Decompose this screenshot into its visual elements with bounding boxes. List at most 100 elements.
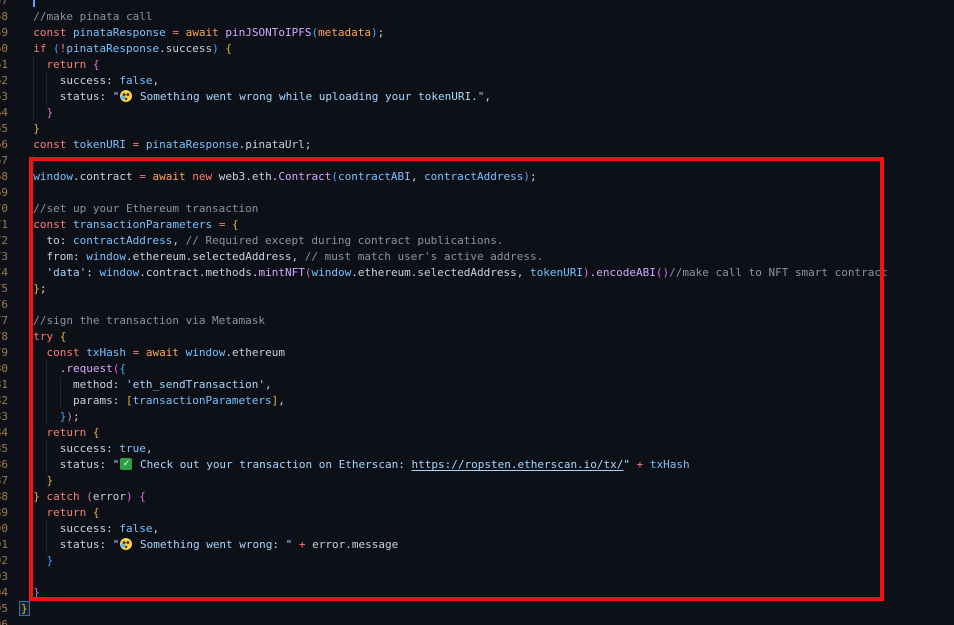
code-line[interactable]: 57	[0, 0, 954, 9]
line-number: 57	[0, 0, 8, 9]
code-token: metadata	[318, 26, 371, 39]
code-line[interactable]: 78 try {	[0, 329, 954, 345]
code-line[interactable]: 94 }	[0, 585, 954, 601]
etherscan-link-text: https://ropsten.etherscan.io/tx/	[412, 458, 624, 471]
line-number: 72	[0, 233, 8, 249]
code-line[interactable]: 65 }	[0, 121, 954, 137]
code-token	[86, 506, 93, 519]
code-token	[20, 282, 33, 295]
code-comment: // must match user's active address.	[305, 250, 543, 263]
code-line[interactable]: 71 const transactionParameters = {	[0, 217, 954, 233]
code-line[interactable]: 90 success: false,	[0, 521, 954, 537]
code-token: ,	[146, 442, 153, 455]
line-number: 75	[0, 281, 8, 297]
text-cursor	[33, 0, 35, 7]
indent-guide	[46, 441, 47, 457]
code-token: await	[152, 170, 185, 183]
line-number: 78	[0, 329, 8, 345]
code-token: .success	[159, 42, 212, 55]
code-line[interactable]: 89 return {	[0, 505, 954, 521]
code-editor[interactable]: 5758 //make pinata call59 const pinataRe…	[0, 0, 954, 625]
code-line[interactable]: 60 if (!pinataResponse.success) {	[0, 41, 954, 57]
code-line[interactable]: 64 }	[0, 105, 954, 121]
line-number: 91	[0, 537, 8, 553]
line-number: 80	[0, 361, 8, 377]
code-line[interactable]: 80 .request({	[0, 361, 954, 377]
indent-guide	[33, 393, 34, 409]
line-number: 70	[0, 201, 8, 217]
code-line[interactable]: 70 //set up your Ethereum transaction	[0, 201, 954, 217]
code-token: error	[93, 490, 126, 503]
code-line[interactable]: 69	[0, 185, 954, 201]
code-line[interactable]: 68 window.contract = await new web3.eth.…	[0, 169, 954, 185]
code-line[interactable]: 82 params: [transactionParameters],	[0, 393, 954, 409]
code-line[interactable]: 86 status: " Check out your transaction …	[0, 457, 954, 473]
indent-guide	[60, 377, 61, 393]
code-line[interactable]: 84 return {	[0, 425, 954, 441]
code-line[interactable]: 74 'data': window.contract.methods.mintN…	[0, 265, 954, 281]
code-token: )	[126, 490, 133, 503]
code-token: error.message	[306, 538, 399, 551]
code-token	[20, 26, 33, 39]
line-number: 79	[0, 345, 8, 361]
code-token: (	[331, 170, 338, 183]
code-token: const	[33, 26, 66, 39]
code-line[interactable]: 91 status: " Something went wrong: " + e…	[0, 537, 954, 553]
code-token: const	[33, 138, 66, 151]
indent-guide	[33, 425, 34, 441]
code-line[interactable]: 83 });	[0, 409, 954, 425]
code-line[interactable]: 72 to: contractAddress, // Required exce…	[0, 233, 954, 249]
code-token	[643, 458, 650, 471]
code-token	[20, 330, 33, 343]
code-token: const	[33, 218, 66, 231]
code-token: to:	[20, 234, 73, 247]
code-token: ;	[73, 410, 80, 423]
code-line[interactable]: 81 method: 'eth_sendTransaction',	[0, 377, 954, 393]
code-line[interactable]: 87 }	[0, 473, 954, 489]
code-line[interactable]: 79 const txHash = await window.ethereum	[0, 345, 954, 361]
code-line[interactable]: 66 const tokenURI = pinataResponse.pinat…	[0, 137, 954, 153]
code-line[interactable]: 63 status: " Something went wrong while …	[0, 89, 954, 105]
line-number: 67	[0, 153, 8, 169]
code-token	[86, 426, 93, 439]
code-token: {	[93, 58, 100, 71]
code-line[interactable]: 59 const pinataResponse = await pinJSONT…	[0, 25, 954, 41]
line-number: 96	[0, 617, 8, 625]
code-line[interactable]: 61 return {	[0, 57, 954, 73]
code-token: "	[113, 458, 120, 471]
code-token: ;	[40, 282, 47, 295]
code-token: new	[192, 170, 212, 183]
code-token	[139, 138, 146, 151]
code-token	[20, 10, 33, 23]
code-line[interactable]: 62 success: false,	[0, 73, 954, 89]
indent-guide	[46, 457, 47, 473]
code-comment: //make pinata call	[33, 10, 152, 23]
code-line[interactable]: 93	[0, 569, 954, 585]
code-line[interactable]: 85 success: true,	[0, 441, 954, 457]
code-line[interactable]: 92 }	[0, 553, 954, 569]
code-token: window	[33, 170, 73, 183]
code-token: Check out your transaction on Etherscan:	[133, 458, 411, 471]
code-line[interactable]: 58 //make pinata call	[0, 9, 954, 25]
code-token: .ethereum.selectedAddress,	[351, 266, 530, 279]
indent-guide	[33, 553, 34, 569]
code-token: )	[66, 410, 73, 423]
line-number: 88	[0, 489, 8, 505]
line-number: 89	[0, 505, 8, 521]
code-token: txHash	[86, 346, 126, 359]
code-token	[20, 202, 33, 215]
code-line[interactable]: 96	[0, 617, 954, 625]
code-line[interactable]: 77 //sign the transaction via Metamask	[0, 313, 954, 329]
code-token: }	[47, 106, 54, 119]
line-number: 65	[0, 121, 8, 137]
code-token: mintNFT	[258, 266, 304, 279]
code-line[interactable]: 67	[0, 153, 954, 169]
indent-guide	[33, 377, 34, 393]
code-line[interactable]: 73 from: window.ethereum.selectedAddress…	[0, 249, 954, 265]
code-line[interactable]: 76	[0, 297, 954, 313]
code-line[interactable]: 88 } catch (error) {	[0, 489, 954, 505]
sad-tear-emoji	[120, 90, 132, 102]
line-number: 60	[0, 41, 8, 57]
code-line[interactable]: 75 };	[0, 281, 954, 297]
code-line[interactable]: 95}	[0, 601, 954, 617]
